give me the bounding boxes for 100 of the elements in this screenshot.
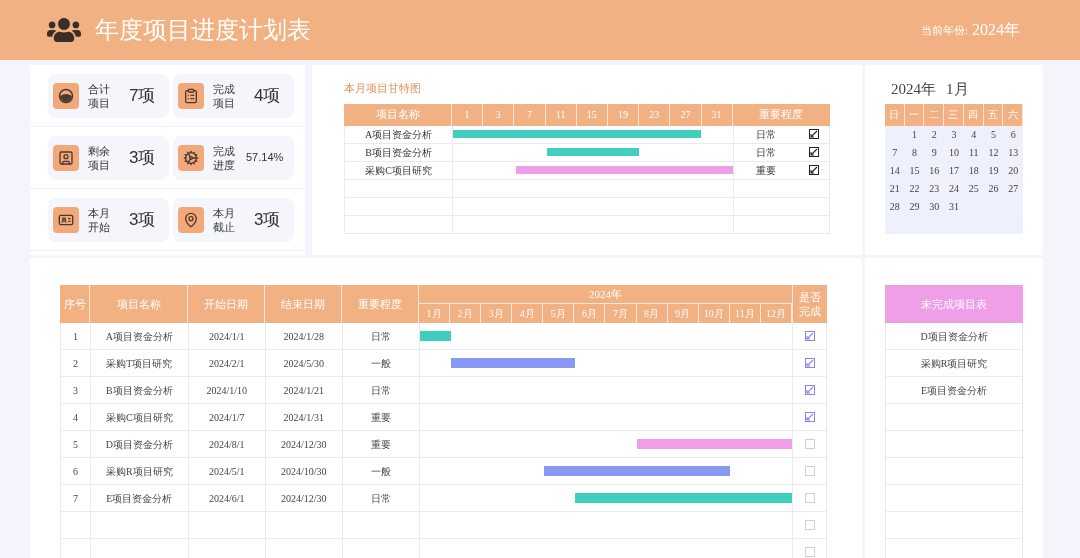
calendar-year: 2024年 [891, 80, 936, 99]
stat-label: 完成项目 [213, 81, 236, 110]
page-title: 年度项目进度计划表 [95, 16, 311, 45]
table-cell: 重要 [342, 431, 420, 457]
month-header: 5月 [543, 304, 575, 323]
checkbox[interactable] [804, 331, 815, 341]
column-header: 11 [545, 103, 577, 126]
month-header: 12月 [760, 304, 792, 323]
calendar-day[interactable]: 4 [963, 125, 984, 144]
calendar-day[interactable]: 31 [944, 197, 964, 216]
calendar-day[interactable]: 2 [924, 125, 945, 144]
table-cell: 2024/2/1 [188, 350, 266, 376]
table-cell: 2024/1/28 [265, 323, 343, 349]
calendar-day[interactable]: 19 [983, 161, 1004, 180]
table-cell: 5 [61, 431, 91, 457]
weekday-header: 五 [983, 103, 1004, 126]
table-cell: 日常 [342, 323, 420, 349]
month-header: 11月 [729, 304, 761, 323]
list-item[interactable]: 采购R项目研究 [885, 350, 1023, 377]
checkbox[interactable] [804, 412, 815, 422]
month-header: 1月 [419, 304, 451, 323]
year-header: 2024年 [419, 285, 792, 304]
stat-value: 57.14% [246, 150, 284, 166]
table-cell: 2024/1/21 [265, 377, 343, 403]
calendar-day[interactable]: 22 [904, 179, 925, 198]
checkbox[interactable] [809, 165, 819, 175]
calendar-day[interactable]: 18 [963, 161, 984, 180]
calendar-day[interactable]: 26 [983, 179, 1004, 198]
column-header: 7 [514, 103, 546, 126]
stat-label: 剩余项目 [88, 143, 111, 172]
month-header: 4月 [512, 304, 544, 323]
calendar-day[interactable]: 20 [1003, 161, 1023, 180]
column-header: 是否完成 [798, 290, 822, 319]
column-header: 重要程度 [342, 285, 419, 323]
calendar-day[interactable]: 27 [1003, 179, 1023, 198]
column-header: 项目名称 [90, 285, 188, 323]
list-item[interactable]: D项目资金分析 [885, 323, 1023, 350]
calendar-day[interactable]: 12 [983, 143, 1004, 162]
weekday-header: 四 [963, 103, 984, 126]
column-header: 1 [452, 103, 484, 126]
month-header: 8月 [636, 304, 668, 323]
month-header: 2月 [450, 304, 482, 323]
calendar-day[interactable]: 21 [885, 179, 905, 198]
list-item[interactable]: E项目资金分析 [885, 377, 1023, 404]
table-cell: 采购C项目研究 [90, 404, 189, 430]
table-cell: D项目资金分析 [90, 431, 189, 457]
gear-icon [183, 149, 199, 166]
calendar-day[interactable]: 13 [1003, 143, 1023, 162]
table-cell: 2 [61, 350, 91, 376]
calendar-day[interactable]: 25 [963, 179, 984, 198]
calendar-day[interactable]: 15 [904, 161, 925, 180]
checkbox[interactable] [809, 129, 819, 139]
calendar-day[interactable]: 10 [944, 143, 964, 162]
current-year: 2024年 [972, 20, 1020, 40]
calendar-day[interactable]: 7 [885, 143, 905, 162]
table-cell: 2024/1/31 [265, 404, 343, 430]
calendar-day[interactable]: 11 [963, 143, 984, 162]
table-cell: 2024/12/30 [265, 485, 343, 511]
user-card-icon [58, 149, 74, 166]
checkbox[interactable] [804, 358, 815, 368]
column-header: 序号 [60, 285, 90, 323]
month-header: 3月 [481, 304, 513, 323]
table-cell: 采购T项目研究 [90, 350, 189, 376]
table-cell-text: 日常 [756, 145, 776, 160]
calendar-day[interactable]: 14 [885, 161, 905, 180]
chart-title: 本月项目甘特图 [344, 81, 422, 96]
calendar-day[interactable]: 6 [1003, 125, 1023, 144]
table-cell: 2024/6/1 [188, 485, 266, 511]
calendar-day[interactable]: 3 [944, 125, 964, 144]
table-cell: 1 [61, 323, 91, 349]
checkbox[interactable] [809, 147, 819, 157]
table-cell: 2024/1/1 [188, 323, 266, 349]
calendar-day[interactable]: 1 [904, 125, 925, 144]
calendar-day[interactable]: 24 [944, 179, 964, 198]
weekday-header: 一 [904, 103, 925, 126]
table-cell: 日常 [342, 485, 420, 511]
weekday-header: 三 [944, 103, 964, 126]
calendar-day[interactable]: 16 [924, 161, 945, 180]
calendar-day[interactable]: 29 [904, 197, 925, 216]
table-cell: 一般 [342, 350, 420, 376]
calendar-day[interactable]: 5 [983, 125, 1004, 144]
calendar-day[interactable]: 17 [944, 161, 964, 180]
stat-label: 合计项目 [88, 81, 111, 110]
table-cell: 2024/5/30 [265, 350, 343, 376]
checkbox[interactable] [804, 385, 815, 395]
map-pin-icon [183, 211, 199, 228]
stat-value: 4项 [254, 84, 281, 107]
calendar-day[interactable]: 23 [924, 179, 945, 198]
table-cell: 6 [61, 458, 91, 484]
calendar-day[interactable]: 9 [924, 143, 945, 162]
calendar-day[interactable]: 8 [904, 143, 925, 162]
column-header: 23 [639, 103, 671, 126]
column-header: 31 [701, 103, 733, 126]
calendar-day[interactable]: 28 [885, 197, 905, 216]
bowl-icon [58, 87, 74, 104]
table-cell: 采购C项目研究 [345, 161, 453, 179]
list-title: 未完成项目表 [885, 285, 1023, 323]
table-cell: 2024/12/30 [265, 431, 343, 457]
table-cell: B项目资金分析 [90, 377, 189, 403]
calendar-day[interactable]: 30 [924, 197, 945, 216]
